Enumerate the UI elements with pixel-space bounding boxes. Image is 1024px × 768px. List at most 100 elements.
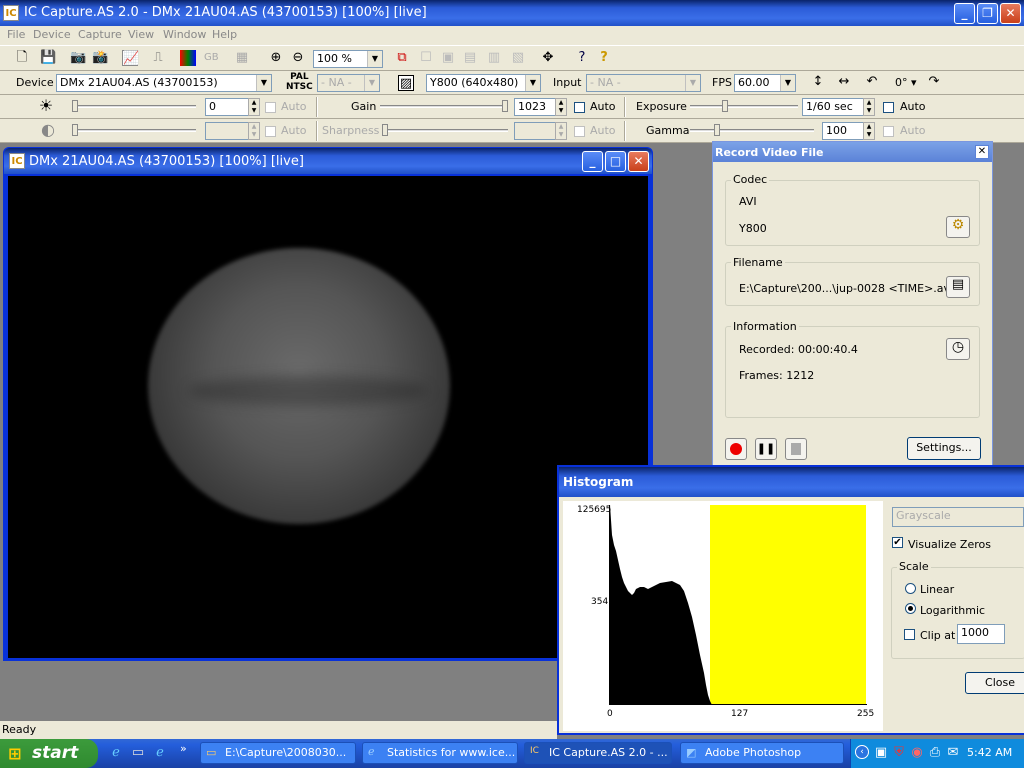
menu-file[interactable]: File bbox=[7, 28, 25, 41]
live-maximize-button[interactable]: □ bbox=[605, 151, 626, 172]
zoom-out-icon[interactable]: ⊖ bbox=[290, 50, 306, 66]
menu-view[interactable]: View bbox=[128, 28, 154, 41]
move-icon[interactable]: ✥ bbox=[540, 50, 556, 66]
contrast-spinner[interactable]: ▲ ▼ bbox=[248, 122, 260, 140]
menu-capture[interactable]: Capture bbox=[78, 28, 122, 41]
chevron-right-icon[interactable]: » bbox=[180, 742, 187, 755]
brightness-spinner[interactable]: ▲ ▼ bbox=[248, 98, 260, 116]
shield-icon[interactable]: ⛨ bbox=[891, 745, 907, 761]
contrast-value[interactable] bbox=[205, 122, 249, 140]
gamma-thumb[interactable] bbox=[714, 124, 720, 136]
visualize-zeros-checkbox[interactable]: ✔ bbox=[892, 537, 903, 548]
taskbar-explorer[interactable]: ▭ E:\Capture\2008030... bbox=[200, 742, 356, 764]
video-norm-select[interactable]: - NA - ▼ bbox=[317, 74, 380, 92]
gamma-auto-checkbox[interactable] bbox=[883, 126, 894, 137]
rotation-select[interactable]: 0° ▾ bbox=[895, 76, 917, 89]
gain-slider[interactable] bbox=[380, 105, 508, 108]
codec-settings-button[interactable]: ⚙ bbox=[946, 216, 970, 238]
settings-button[interactable]: Settings... bbox=[907, 437, 981, 460]
sharpness-spinner[interactable]: ▲ ▼ bbox=[555, 122, 567, 140]
contrast-thumb[interactable] bbox=[72, 124, 78, 136]
brightness-slider[interactable] bbox=[74, 105, 196, 108]
sharpness-slider[interactable] bbox=[384, 129, 508, 132]
record-close-button[interactable]: ✕ bbox=[975, 145, 989, 159]
help-icon[interactable]: ? bbox=[596, 50, 612, 66]
save-icon[interactable]: 💾 bbox=[40, 50, 56, 66]
context-help-icon[interactable]: ? bbox=[574, 50, 590, 66]
menu-window[interactable]: Window bbox=[163, 28, 206, 41]
network-icon[interactable]: ▣ bbox=[873, 745, 889, 761]
app-icon: IC bbox=[9, 153, 25, 169]
browse-button[interactable]: ▤ bbox=[946, 276, 970, 298]
quicklaunch-icon[interactable]: ▭ bbox=[130, 745, 146, 761]
rotate-left-icon[interactable]: ↶ bbox=[864, 74, 880, 90]
sharpness-value[interactable] bbox=[514, 122, 556, 140]
camera-icon[interactable]: 📷 bbox=[70, 50, 86, 66]
rotate-right-icon[interactable]: ↷ bbox=[926, 74, 942, 90]
new-icon[interactable]: 🗋 bbox=[14, 50, 30, 66]
input-select[interactable]: - NA - ▼ bbox=[586, 74, 701, 92]
menu-device[interactable]: Device bbox=[33, 28, 71, 41]
flip-horizontal-icon[interactable]: ↔ bbox=[836, 74, 852, 90]
exposure-slider[interactable] bbox=[690, 105, 798, 108]
exposure-thumb[interactable] bbox=[722, 100, 728, 112]
snapshot-icon[interactable]: 📸 bbox=[92, 50, 108, 66]
contrast-slider[interactable] bbox=[74, 129, 196, 132]
contrast-auto-checkbox[interactable] bbox=[265, 126, 276, 137]
gain-spinner[interactable]: ▲ ▼ bbox=[555, 98, 567, 116]
linear-radio[interactable] bbox=[905, 583, 916, 594]
taskbar-browser[interactable]: ℯ Statistics for www.ice... bbox=[362, 742, 518, 764]
histogram-close-button[interactable]: Close bbox=[965, 672, 1024, 694]
minimize-button[interactable]: _ bbox=[954, 3, 975, 24]
live-minimize-button[interactable]: _ bbox=[582, 151, 603, 172]
gain-auto-checkbox[interactable] bbox=[574, 102, 585, 113]
clip-at-checkbox[interactable] bbox=[904, 629, 915, 640]
ie-icon[interactable]: ℯ bbox=[108, 745, 124, 761]
flip-vertical-icon[interactable]: ↕ bbox=[810, 74, 826, 90]
exposure-spinner[interactable]: ▲ ▼ bbox=[863, 98, 875, 116]
clip-value-input[interactable]: 1000 bbox=[957, 624, 1005, 644]
start-button[interactable]: ⊞ start bbox=[0, 739, 98, 768]
record-button[interactable] bbox=[725, 438, 747, 460]
device-select[interactable]: DMx 21AU04.AS (43700153) ▼ bbox=[56, 74, 272, 92]
gamma-value[interactable]: 100 bbox=[822, 122, 864, 140]
gain-thumb[interactable] bbox=[502, 100, 508, 112]
zoom-select[interactable]: 100 % ▼ bbox=[313, 50, 383, 68]
zoom-in-icon[interactable]: ⊕ bbox=[268, 50, 284, 66]
menu-help[interactable]: Help bbox=[212, 28, 237, 41]
video-format-select[interactable]: Y800 (640x480) ▼ bbox=[426, 74, 541, 92]
gamma-slider[interactable] bbox=[690, 129, 814, 132]
exposure-auto-checkbox[interactable] bbox=[883, 102, 894, 113]
taskbar-photoshop[interactable]: ◩ Adobe Photoshop bbox=[680, 742, 844, 764]
fps-select[interactable]: 60.00 ▼ bbox=[734, 74, 796, 92]
gamma-spinner[interactable]: ▲ ▼ bbox=[863, 122, 875, 140]
trigger-icon[interactable]: ⎍ bbox=[150, 50, 166, 66]
color-format-icon[interactable] bbox=[180, 50, 196, 66]
x-mid-label: 127 bbox=[731, 709, 749, 719]
brightness-auto-checkbox[interactable] bbox=[265, 102, 276, 113]
stop-button[interactable] bbox=[785, 438, 807, 460]
exposure-value[interactable]: 1/60 sec bbox=[802, 98, 864, 116]
brightness-thumb[interactable] bbox=[72, 100, 78, 112]
security-icon[interactable]: ◉ bbox=[909, 745, 925, 761]
volume-icon[interactable]: ✉ bbox=[945, 745, 961, 761]
overlay-icon[interactable]: ⧉ bbox=[394, 50, 410, 66]
timer-button[interactable]: ◷ bbox=[946, 338, 970, 360]
printer-icon[interactable]: ⎙ bbox=[927, 745, 943, 761]
brightness-value[interactable]: 0 bbox=[205, 98, 249, 116]
channel-select[interactable]: Grayscale bbox=[892, 507, 1024, 527]
quicklaunch-2-icon[interactable]: ℯ bbox=[152, 745, 168, 761]
restore-button[interactable]: ❐ bbox=[977, 3, 998, 24]
histogram-icon[interactable]: 📈 bbox=[122, 50, 139, 66]
chevron-left-icon[interactable]: ‹ bbox=[855, 745, 869, 759]
sharpness-thumb[interactable] bbox=[382, 124, 388, 136]
gain-value[interactable]: 1023 bbox=[514, 98, 556, 116]
pause-button[interactable]: ❚❚ bbox=[755, 438, 777, 460]
taskbar-ic-capture[interactable]: IC IC Capture.AS 2.0 - ... bbox=[524, 742, 672, 764]
logarithmic-radio[interactable] bbox=[905, 603, 916, 614]
live-close-button[interactable]: ✕ bbox=[628, 151, 649, 172]
fps-label: FPS bbox=[712, 76, 732, 89]
close-button[interactable]: ✕ bbox=[1000, 3, 1021, 24]
sharpness-auto-checkbox[interactable] bbox=[574, 126, 585, 137]
grid-icon[interactable]: ▦ bbox=[234, 50, 250, 66]
